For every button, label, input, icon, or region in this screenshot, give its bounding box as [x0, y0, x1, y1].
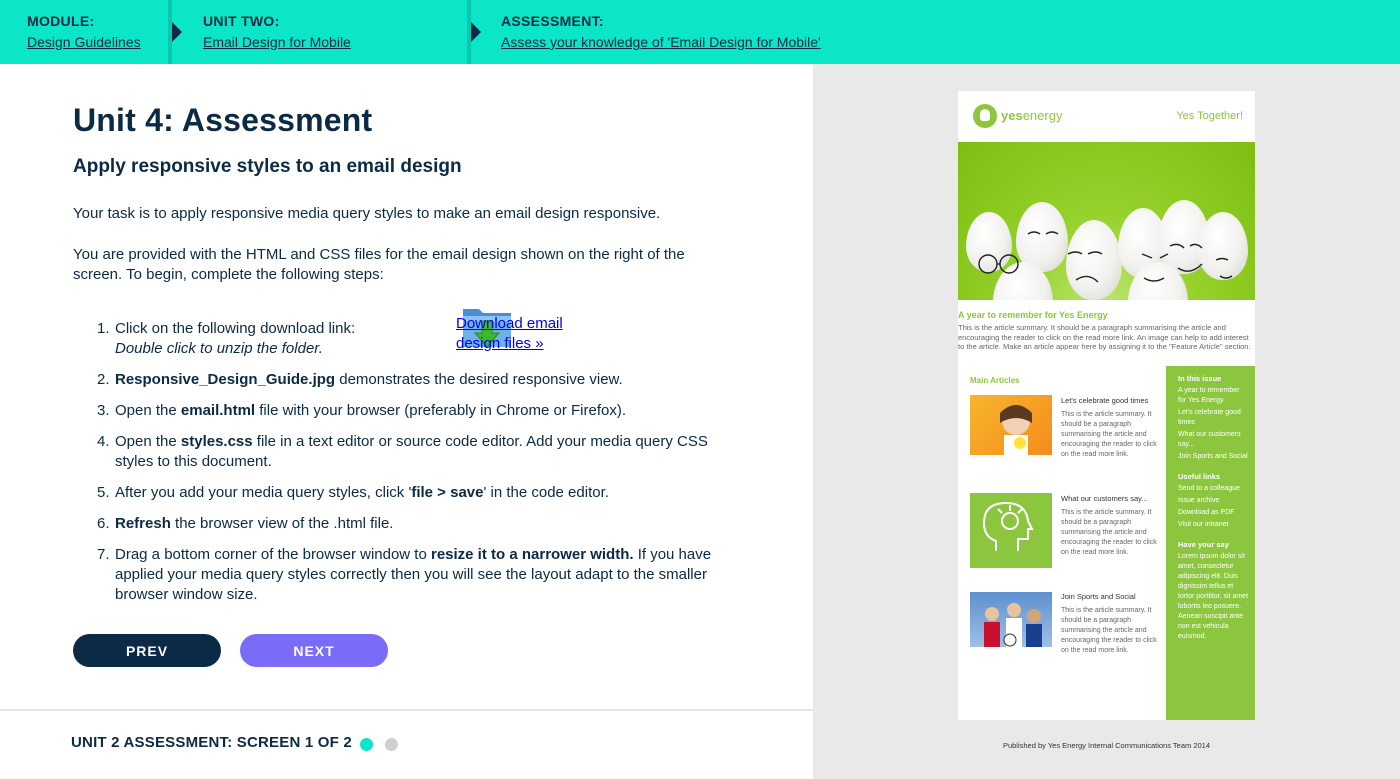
- intro-text-2: You are provided with the HTML and CSS f…: [73, 246, 685, 283]
- article-image-customers: [970, 492, 1052, 568]
- email-footer: Published by Yes Energy Internal Communi…: [1002, 741, 1211, 750]
- step-text: Open the: [115, 402, 181, 419]
- email-tagline: Yes Together!: [1176, 110, 1243, 122]
- progress-dot-active[interactable]: [360, 738, 373, 751]
- email-header: yesenergy Yes Together!: [958, 91, 1255, 142]
- progress-dot[interactable]: [385, 738, 398, 751]
- breadcrumb-bar: MODULE: Design Guidelines UNIT TWO: Emai…: [0, 0, 1400, 64]
- breadcrumb-assessment-kicker: ASSESSMENT:: [501, 13, 604, 29]
- step-number: 3.: [97, 402, 110, 419]
- sidebar-link[interactable]: What our customers say...: [1178, 430, 1249, 450]
- intro-text: Your task is to apply responsive media q…: [73, 205, 661, 222]
- brand-bold: yes: [1001, 108, 1023, 123]
- sidebar-heading: In this issue: [1178, 373, 1222, 383]
- email-design-preview: yesenergy Yes Together! A year to rememb…: [958, 91, 1255, 720]
- step-text: Drag a bottom corner of the browser wind…: [115, 546, 431, 563]
- step-bold: styles.css: [180, 433, 253, 450]
- sidebar-text: Lorem ipsum dolor sit amet, consectetur …: [1178, 552, 1249, 640]
- step-bold: file > save: [411, 484, 484, 501]
- step-text: the browser view of the .html file.: [170, 515, 394, 532]
- breadcrumb-module-link[interactable]: Design Guidelines: [27, 34, 141, 50]
- article-image-celebrate: [970, 394, 1052, 455]
- email-main-articles: Main Articles Let's celebrate good times…: [958, 366, 1166, 720]
- email-sidebar: In this issue A year to remember for Yes…: [1166, 365, 1255, 720]
- lightbulb-logo-icon: [973, 104, 997, 128]
- sidebar-link[interactable]: Join Sports and Social: [1178, 452, 1249, 462]
- list-item: 6. Refresh the browser view of the .html…: [73, 514, 733, 534]
- step-number: 7.: [97, 546, 110, 563]
- steps-list: 1. Click on the following download link:…: [73, 309, 733, 605]
- brand-light: energy: [1022, 108, 1063, 123]
- list-item: 3. Open the email.html file with your br…: [73, 401, 733, 421]
- email-columns: Main Articles Let's celebrate good times…: [958, 365, 1255, 720]
- page-title: Unit 4: Assessment: [73, 102, 373, 138]
- sidebar-link[interactable]: Download as PDF: [1178, 508, 1249, 518]
- article-summary: This is the article summary. It should b…: [1061, 508, 1157, 556]
- footer-divider: [0, 709, 813, 711]
- list-item: 7. Drag a bottom corner of the browser w…: [73, 545, 733, 605]
- prev-button[interactable]: PREV: [73, 634, 221, 667]
- feature-article-title[interactable]: A year to remember for Yes Energy: [958, 300, 1255, 320]
- step-text: ' in the code editor.: [483, 484, 609, 501]
- breadcrumb-assessment-link[interactable]: Assess your knowledge of 'Email Design f…: [501, 34, 821, 50]
- breadcrumb-assessment: ASSESSMENT: Assess your knowledge of 'Em…: [501, 0, 821, 64]
- list-item: 5. After you add your media query styles…: [73, 483, 733, 503]
- list-item: 4. Open the styles.css file in a text ed…: [73, 432, 733, 472]
- article-summary: This is the article summary. It should b…: [1061, 606, 1157, 654]
- breadcrumb-module-kicker: MODULE:: [27, 13, 95, 29]
- main-articles-title: Main Articles: [970, 375, 1020, 385]
- page-subtitle: Apply responsive styles to an email desi…: [73, 156, 462, 177]
- email-preview-pane: yesenergy Yes Together! A year to rememb…: [813, 64, 1400, 779]
- screen-progress-label: UNIT 2 ASSESSMENT: SCREEN 1 OF 2: [71, 734, 352, 751]
- step-number: 4.: [97, 433, 110, 450]
- sidebar-link[interactable]: Send to a colleague: [1178, 484, 1249, 494]
- step-bold: resize it to a narrower width.: [430, 546, 634, 563]
- download-link[interactable]: Download email design files »: [456, 314, 586, 354]
- next-button[interactable]: NEXT: [240, 634, 388, 667]
- step-text: Click on the following download link:: [115, 320, 356, 337]
- sidebar-heading: Have your say: [1178, 539, 1229, 549]
- article-summary: This is the article summary. It should b…: [1061, 410, 1157, 458]
- breadcrumb-unit-link[interactable]: Email Design for Mobile: [203, 34, 351, 50]
- step-number: 1.: [97, 320, 110, 337]
- step-bold: email.html: [180, 402, 256, 419]
- sidebar-heading: Useful links: [1178, 471, 1221, 481]
- lesson-content: Unit 4: Assessment Apply responsive styl…: [0, 64, 813, 779]
- step-number: 5.: [97, 484, 110, 501]
- step-text: After you add your media query styles, c…: [115, 484, 412, 501]
- article-title[interactable]: Join Sports and Social: [1061, 592, 1161, 601]
- sidebar-link[interactable]: Visit our intranet: [1178, 520, 1249, 530]
- article-title[interactable]: Let's celebrate good times: [1061, 396, 1161, 405]
- step-number: 6.: [97, 515, 110, 532]
- article-image-sports: [970, 591, 1052, 647]
- chevron-right-icon: [172, 22, 182, 42]
- step-note: Double click to unzip the folder.: [115, 340, 323, 357]
- step-bold: Refresh: [115, 515, 171, 532]
- article-title[interactable]: What our customers say...: [1061, 494, 1161, 503]
- breadcrumb-unit-kicker: UNIT TWO:: [203, 13, 280, 29]
- step-text: Open the: [115, 433, 181, 450]
- step-text: file with your browser (preferably in Ch…: [255, 402, 627, 419]
- sidebar-link[interactable]: Let's celebrate good times: [1178, 408, 1249, 428]
- egg-faces-drawing: [978, 231, 1233, 283]
- list-item: 1. Click on the following download link:…: [73, 309, 733, 359]
- list-item: 2. Responsive_Design_Guide.jpg demonstra…: [73, 370, 733, 390]
- breadcrumb-unit: UNIT TWO: Email Design for Mobile: [203, 0, 351, 64]
- step-text: demonstrates the desired responsive view…: [335, 371, 623, 388]
- sidebar-link[interactable]: Issue archive: [1178, 496, 1249, 506]
- sidebar-link[interactable]: A year to remember for Yes Energy: [1178, 386, 1249, 406]
- feature-article-summary: This is the article summary. It should b…: [958, 323, 1251, 351]
- step-bold: Responsive_Design_Guide.jpg: [115, 371, 336, 388]
- chevron-right-icon: [471, 22, 481, 42]
- hero-image-eggs: [958, 142, 1255, 300]
- step-number: 2.: [97, 371, 110, 388]
- email-brand: yesenergy: [1001, 108, 1062, 123]
- breadcrumb-module: MODULE: Design Guidelines: [27, 0, 141, 64]
